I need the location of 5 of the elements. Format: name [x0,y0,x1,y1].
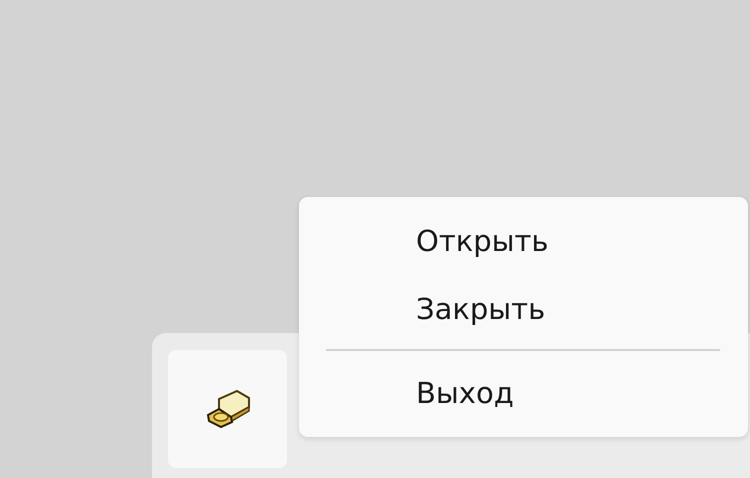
tray-icon-button[interactable] [168,350,287,468]
menu-item[interactable]: Открыть [299,207,748,275]
drive-icon [204,389,250,429]
menu-item[interactable]: Выход [299,359,748,427]
menu-item[interactable]: Закрыть [299,275,748,343]
